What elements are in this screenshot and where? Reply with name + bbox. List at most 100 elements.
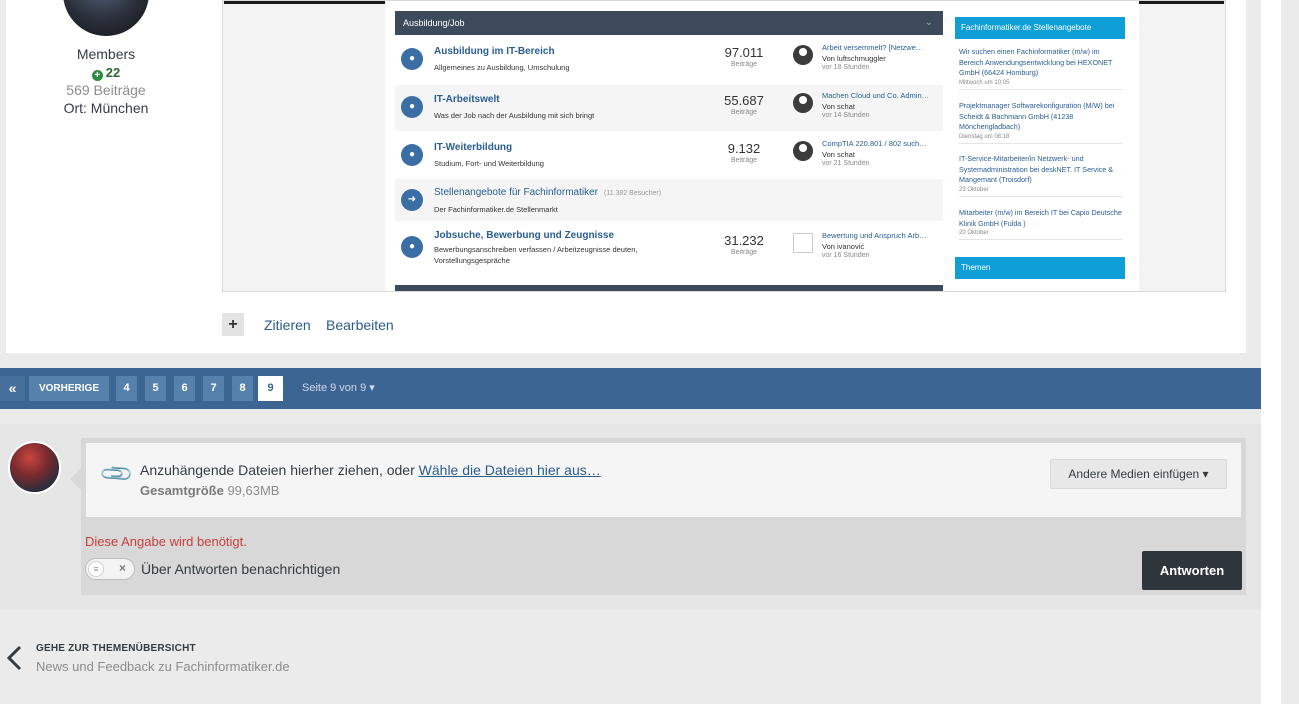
image-last-topic: Bewertung und Anspruch Arb… bbox=[822, 231, 927, 240]
page-7-button[interactable]: 7 bbox=[203, 376, 224, 401]
image-job-item: IT-Service-Mitarbeiter/in Netzwerk- und … bbox=[959, 154, 1123, 197]
close-icon: × bbox=[118, 561, 126, 575]
page-8-button[interactable]: 8 bbox=[232, 376, 253, 401]
image-forum-title: Ausbildung im IT-Bereich bbox=[434, 46, 555, 57]
toggle-knob: ≡ bbox=[88, 561, 104, 577]
image-forum-title: Stellenangebote für Fachinformatiker (11.… bbox=[434, 187, 661, 198]
image-job-date: Dienstag um 08:18 bbox=[959, 133, 1010, 140]
choose-files-link[interactable]: Wähle die Dateien hier aus… bbox=[419, 462, 601, 478]
image-job-item: Mitarbeiter (m/w) im Bereich IT bei Capi… bbox=[959, 208, 1123, 240]
required-error-message: Diese Angabe wird benötigt. bbox=[85, 534, 247, 549]
image-forum-count: 31.232 bbox=[724, 233, 764, 248]
author-avatar[interactable] bbox=[63, 0, 149, 36]
page-4-button[interactable]: 4 bbox=[116, 376, 137, 401]
back-to-topics-link[interactable]: GEHE ZUR THEMENÜBERSICHT bbox=[36, 643, 196, 654]
page-scrollbar[interactable] bbox=[1261, 0, 1299, 704]
image-forum-row: ● IT-Arbeitswelt Was der Job nach der Au… bbox=[395, 85, 943, 131]
first-page-icon[interactable]: « bbox=[0, 376, 25, 401]
insert-media-button[interactable]: Andere Medien einfügen ▾ bbox=[1050, 459, 1227, 489]
plus-circle-icon: + bbox=[91, 70, 103, 81]
image-last-by: Von ivanović bbox=[822, 242, 865, 251]
image-last-topic: Machen Cloud und Co. Admin… bbox=[822, 91, 930, 100]
user-avatar-icon bbox=[793, 45, 813, 65]
paperclip-icon: 📎 bbox=[97, 455, 135, 493]
dropzone-text: Anzuhängende Dateien hierher ziehen, ode… bbox=[140, 462, 601, 478]
image-last-date: vor 16 Stunden bbox=[822, 252, 870, 259]
image-forum-count-label: Beiträge bbox=[730, 249, 758, 256]
image-forum-count: 97.011 bbox=[724, 45, 764, 60]
image-category-header: Ausbildung/Job ⌄ bbox=[395, 11, 943, 35]
chat-bubble-icon: ● bbox=[401, 48, 423, 70]
multiquote-plus-button[interactable]: + bbox=[222, 313, 244, 336]
image-job-title: Wir suchen einen Fachinformatiker (m/w) … bbox=[959, 47, 1113, 77]
image-job-title: Projektmanager Softwarekonfiguration (M/… bbox=[959, 101, 1115, 131]
arrow-right-icon: ➜ bbox=[401, 189, 423, 211]
attachment-dropzone[interactable]: 📎 Anzuhängende Dateien hierher ziehen, o… bbox=[86, 443, 1241, 517]
quote-link[interactable]: Zitieren bbox=[264, 317, 311, 333]
image-job-item: Projektmanager Softwarekonfiguration (M/… bbox=[959, 101, 1123, 144]
chat-bubble-icon: ● bbox=[401, 96, 423, 118]
image-last-by: Von schat bbox=[822, 150, 855, 159]
current-user-avatar[interactable] bbox=[8, 441, 61, 494]
scrollbar-thumb[interactable] bbox=[1281, 0, 1299, 704]
image-forum-desc: Was der Job nach der Ausbildung mit sich… bbox=[434, 111, 595, 120]
user-avatar-icon bbox=[793, 141, 813, 161]
chat-bubble-icon: ● bbox=[401, 236, 423, 258]
submit-reply-button[interactable]: Antworten bbox=[1142, 551, 1242, 590]
page-9-current[interactable]: 9 bbox=[258, 376, 283, 401]
image-category-title: Ausbildung/Job bbox=[403, 18, 465, 28]
broken-image-icon bbox=[793, 233, 813, 253]
caret-down-icon: ▾ bbox=[1202, 467, 1209, 481]
image-next-category-header bbox=[395, 285, 943, 291]
chat-bubble-icon: ● bbox=[401, 144, 423, 166]
back-to-forum-name[interactable]: News und Feedback zu Fachinformatiker.de bbox=[36, 659, 290, 674]
chevron-down-icon: ⌄ bbox=[924, 17, 933, 28]
image-job-title: Mitarbeiter (m/w) im Bereich IT bei Capi… bbox=[959, 208, 1122, 228]
image-job-date: 20 Oktober bbox=[959, 230, 989, 236]
author-post-count: 569 Beiträge bbox=[66, 82, 146, 98]
image-forum-desc: Studium, Fort- und Weiterbildung bbox=[434, 159, 544, 168]
page-info-text: Seite 9 von 9 bbox=[302, 382, 367, 394]
image-sidebar-header: Fachinformatiker.de Stellenangebote bbox=[955, 17, 1125, 39]
image-forum-desc: Allgemeines zu Ausbildung, Umschulung bbox=[434, 63, 570, 72]
image-last-date: vor 18 Stunden bbox=[822, 64, 870, 71]
page-jump-dropdown[interactable]: Seite 9 von 9 ▾ bbox=[302, 376, 375, 401]
chevron-left-icon[interactable] bbox=[6, 645, 24, 671]
image-forum-count-label: Beiträge bbox=[730, 61, 758, 68]
image-forum-count-label: Beiträge bbox=[730, 109, 758, 116]
image-job-date: 23 Oktober bbox=[959, 186, 989, 193]
page-5-button[interactable]: 5 bbox=[145, 376, 166, 401]
image-last-date: vor 14 Stunden bbox=[822, 112, 870, 119]
previous-page-button[interactable]: VORHERIGE bbox=[29, 376, 109, 401]
image-forum-title-text: Stellenangebote für Fachinformatiker bbox=[434, 187, 598, 198]
author-reputation: +22 bbox=[6, 65, 206, 81]
page-6-button[interactable]: 6 bbox=[174, 376, 195, 401]
post-embedded-image[interactable]: Ausbildung/Job ⌄ ● Ausbildung im IT-Berei… bbox=[222, 0, 1226, 292]
caret-down-icon: ▾ bbox=[369, 382, 375, 394]
author-location: Ort: München bbox=[63, 100, 149, 116]
image-last-topic: CompTIA 220.801 / 802 such… bbox=[822, 139, 927, 148]
image-forum-visitors: (11.382 Besucher) bbox=[603, 190, 662, 197]
image-forum-count: 55.687 bbox=[724, 93, 764, 108]
image-forum-page: Ausbildung/Job ⌄ ● Ausbildung im IT-Berei… bbox=[385, 1, 1139, 291]
image-forum-desc: Der Fachinformatiker.de Stellenmarkt bbox=[434, 205, 558, 214]
notify-toggle[interactable]: ≡ × bbox=[85, 558, 135, 580]
image-last-by: Von schat bbox=[822, 102, 855, 111]
image-job-date: Mittwoch um 10:05 bbox=[959, 79, 1010, 86]
image-forum-row: ● IT-Weiterbildung Studium, Fort- und We… bbox=[395, 133, 943, 179]
image-last-by: Von luftschmuggler bbox=[822, 54, 886, 63]
edit-link[interactable]: Bearbeiten bbox=[326, 317, 394, 333]
image-job-title: IT-Service-Mitarbeiter/in Netzwerk- und … bbox=[959, 154, 1114, 184]
pagination-bar: « VORHERIGE 4 5 6 7 8 9 Seite 9 von 9 ▾ bbox=[0, 368, 1261, 409]
image-forum-title: IT-Weiterbildung bbox=[434, 142, 513, 153]
image-last-date: vor 21 Stunden bbox=[822, 160, 870, 167]
user-avatar-icon bbox=[793, 93, 813, 113]
reputation-value: 22 bbox=[105, 65, 121, 80]
notify-label: Über Antworten benachrichtigen bbox=[141, 561, 341, 577]
image-forum-title: IT-Arbeitswelt bbox=[434, 94, 500, 105]
total-size: Gesamtgröße 99,63MB bbox=[140, 483, 279, 498]
image-forum-count: 9.132 bbox=[727, 141, 761, 156]
image-forum-row: ➜ Stellenangebote für Fachinformatiker (1… bbox=[395, 179, 943, 221]
image-forum-count-label: Beiträge bbox=[730, 157, 758, 164]
image-forum-row: ● Ausbildung im IT-Bereich Allgemeines z… bbox=[395, 37, 943, 83]
